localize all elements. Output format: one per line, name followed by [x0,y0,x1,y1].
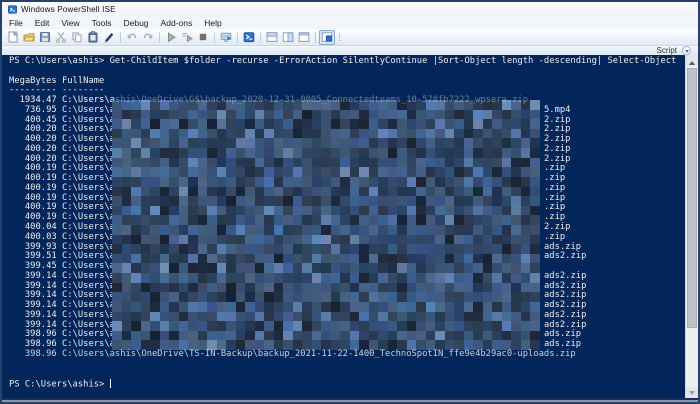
show-script-pane-right-button[interactable] [280,30,296,45]
undo-icon [126,31,138,43]
output-row: 1934.47 C:\Users\a 1934.47 C:\Users\ashi… [9,96,682,106]
output-header: MegaBytes FullName [9,77,682,87]
clear-console-button[interactable] [101,30,117,45]
blank-line [9,67,682,77]
scroll-down-button[interactable] [686,387,698,398]
scroll-up-button[interactable] [686,55,698,66]
run-script-button[interactable] [163,30,179,45]
save-icon [39,31,51,43]
path-ending-text: ads2.zip [544,252,586,262]
new-script-button[interactable] [5,30,21,45]
toolbar-separator [159,32,160,43]
window-bottom-edge [2,398,698,402]
script-pane-bar: Script [2,46,698,55]
cut-icon [55,31,67,43]
output-row: 398.96 C:\Users\ashis\OneDrive\TS-IN-Bac… [9,350,682,360]
menu-item-edit[interactable]: Edit [35,18,50,28]
toolbar-separator [214,32,215,43]
prompt-text: PS C:\Users\ashis> [9,380,110,390]
start-powershell-button[interactable] [241,30,257,45]
toolbar-overflow-grip [339,34,341,41]
run-selection-icon [181,31,193,43]
menu-item-tools[interactable]: Tools [92,18,112,28]
powershell-ise-window: Windows PowerShell ISE File Edit View Tools… [0,0,700,404]
window-title: Windows PowerShell ISE [21,5,116,14]
script-editor-toggle-button[interactable] [319,30,335,45]
script-editor-toggle-icon [321,31,333,43]
show-script-pane-maximized-icon [298,31,310,43]
console-scrollbar[interactable] [685,55,698,398]
text-cursor [110,379,112,388]
run-script-icon [165,31,177,43]
clear-console-icon [103,31,115,43]
copy-icon [71,31,83,43]
ghosted-path-text: 1934.47 C:\Users\ashis\OneDrive\G$\backu… [9,96,528,106]
blank-line [9,360,682,370]
console-pane[interactable]: PS C:\Users\ashis> Get-ChildItem $folder… [2,55,698,398]
start-powershell-icon [243,31,255,43]
privacy-blur-overlay [112,100,540,350]
stop-operation-icon [197,31,209,43]
toolbar-separator [120,32,121,43]
open-script-icon [23,31,35,43]
paste-icon [87,31,99,43]
show-script-pane-right-icon [282,31,294,43]
menu-item-file[interactable]: File [9,18,23,28]
chevron-down-icon[interactable] [682,46,691,55]
toolbar-separator [315,32,316,43]
menu-item-help[interactable]: Help [204,18,221,28]
powershell-ise-app-icon [8,5,17,14]
toolbar-separator [237,32,238,43]
show-script-pane-top-button[interactable] [264,30,280,45]
paste-button[interactable] [85,30,101,45]
new-remote-powershell-tab-button[interactable] [218,30,234,45]
blank-line [9,370,682,380]
toolbar [2,29,698,46]
script-pane-label: Script [657,46,677,55]
menu-item-addons[interactable]: Add-ons [161,18,193,28]
scrollbar-thumb[interactable] [687,68,697,328]
cut-button[interactable] [53,30,69,45]
new-script-icon [7,31,19,43]
run-selection-button[interactable] [179,30,195,45]
show-script-pane-maximized-button[interactable] [296,30,312,45]
menu-item-debug[interactable]: Debug [123,18,148,28]
copy-button[interactable] [69,30,85,45]
prompt-line: PS C:\Users\ashis> [9,379,682,389]
redo-button[interactable] [140,30,156,45]
show-script-pane-top-icon [266,31,278,43]
stop-operation-button[interactable] [195,30,211,45]
undo-button[interactable] [124,30,140,45]
redo-icon [142,31,154,43]
menu-item-view[interactable]: View [61,18,79,28]
new-remote-powershell-tab-icon [220,31,232,43]
title-bar: Windows PowerShell ISE [2,2,698,17]
open-script-button[interactable] [21,30,37,45]
toolbar-separator [260,32,261,43]
save-button[interactable] [37,30,53,45]
menu-bar: File Edit View Tools Debug Add-ons Help [2,17,698,29]
command-line: PS C:\Users\ashis> Get-ChildItem $folder… [9,57,682,67]
